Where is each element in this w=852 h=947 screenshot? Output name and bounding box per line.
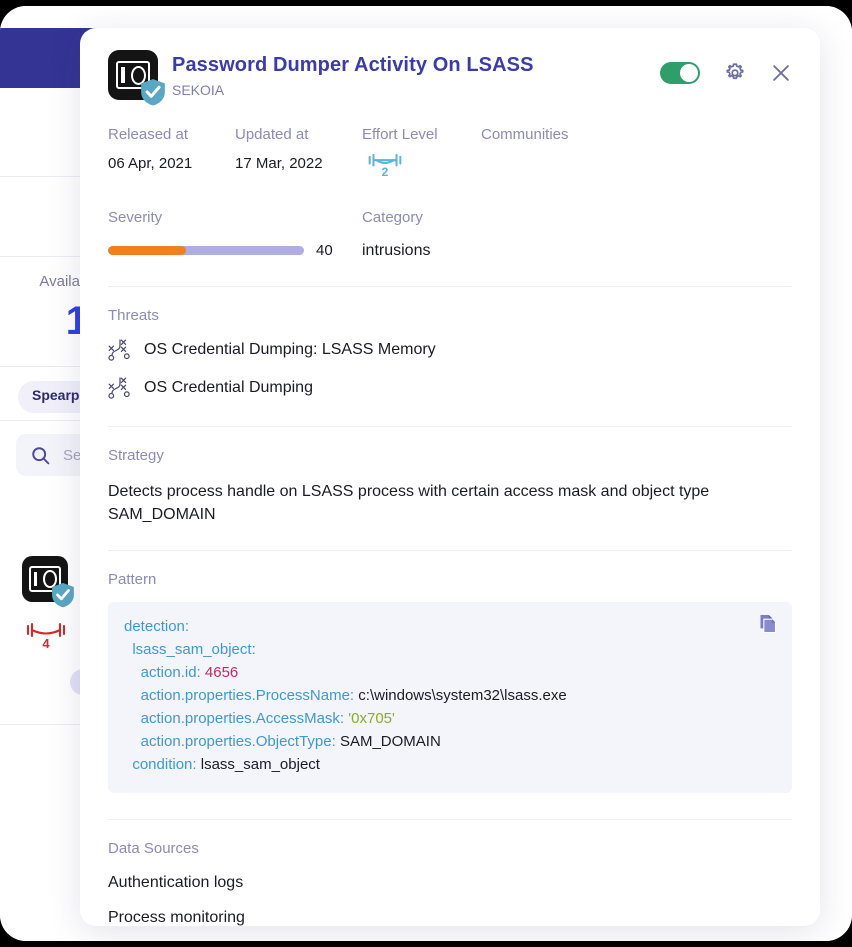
tactics-icon [108, 339, 130, 361]
background-effort-level: 4 [22, 618, 70, 652]
data-source-item: Authentication logs [108, 873, 244, 891]
close-icon[interactable] [770, 62, 792, 84]
category-value: intrusions [362, 242, 431, 259]
communities-label: Communities [481, 126, 569, 143]
severity-category-row: Severity 40 Category intrusions [108, 209, 792, 260]
app-frame: Available 1 Spearphishing Search [0, 6, 852, 941]
strategy-text: Detects process handle on LSASS process … [108, 483, 710, 524]
background-effort-value: 4 [42, 636, 50, 651]
enable-rule-toggle[interactable] [660, 62, 700, 84]
threats-title: Threats [108, 307, 159, 324]
copy-icon[interactable] [758, 614, 778, 636]
divider [108, 426, 792, 427]
released-label: Released at [108, 126, 189, 143]
rule-detail-panel: Password Dumper Activity On LSASS SEKOIA [80, 28, 820, 926]
rule-metadata: Released at 06 Apr, 2021 Updated at 17 M… [108, 126, 792, 185]
rule-vault-icon [108, 50, 165, 106]
toggle-knob [680, 64, 698, 82]
effort-level-label: Effort Level [362, 126, 438, 143]
rule-vendor: SEKOIA [172, 82, 225, 98]
page-title: Password Dumper Activity On LSASS [172, 54, 534, 76]
data-source-item: Process monitoring [108, 908, 245, 926]
updated-label: Updated at [235, 126, 309, 143]
severity-block: Severity 40 [108, 209, 362, 260]
released-value: 06 Apr, 2021 [108, 155, 193, 172]
threat-item[interactable]: OS Credential Dumping [108, 376, 792, 400]
threat-label: OS Credential Dumping: LSASS Memory [144, 341, 436, 358]
panel-header-actions [660, 50, 792, 84]
data-sources-list: Authentication logsProcess monitoringWin… [108, 874, 792, 926]
gear-icon[interactable] [724, 62, 746, 84]
effort-level-value: 2 [382, 165, 389, 179]
shield-check-icon [52, 582, 75, 608]
meta-communities: Communities [481, 126, 641, 185]
updated-value: 17 Mar, 2022 [235, 155, 323, 172]
severity-value: 40 [316, 242, 333, 259]
meta-released: Released at 06 Apr, 2021 [108, 126, 235, 185]
pattern-code-block: detection: lsass_sam_object: action.id: … [108, 602, 792, 793]
vault-icon [22, 556, 75, 608]
dumbbell-icon: 2 [368, 153, 402, 179]
strategy-title: Strategy [108, 447, 164, 464]
shield-check-icon [141, 79, 165, 106]
severity-bar-fill [108, 246, 187, 255]
threats-list: OS Credential Dumping: LSASS Memory OS Cr… [108, 338, 792, 400]
threat-item[interactable]: OS Credential Dumping: LSASS Memory [108, 338, 792, 362]
pattern-code-text: detection: lsass_sam_object: action.id: … [124, 618, 567, 773]
meta-effort-level: Effort Level 2 [362, 126, 481, 185]
category-block: Category intrusions [362, 209, 430, 260]
severity-bar-track [108, 246, 304, 255]
search-icon [32, 446, 50, 464]
effort-level-indicator: 2 [362, 149, 481, 185]
tactics-icon [108, 377, 130, 399]
panel-header: Password Dumper Activity On LSASS SEKOIA [108, 28, 792, 106]
divider [108, 550, 792, 552]
available-count: 1 [65, 299, 88, 343]
pattern-title: Pattern [108, 571, 157, 589]
severity-label: Severity [108, 209, 163, 226]
meta-updated: Updated at 17 Mar, 2022 [235, 126, 362, 185]
data-sources-title: Data Sources [108, 839, 199, 857]
divider [108, 818, 792, 820]
category-label: Category [362, 209, 423, 226]
threat-label: OS Credential Dumping [144, 379, 313, 396]
divider [108, 286, 792, 287]
